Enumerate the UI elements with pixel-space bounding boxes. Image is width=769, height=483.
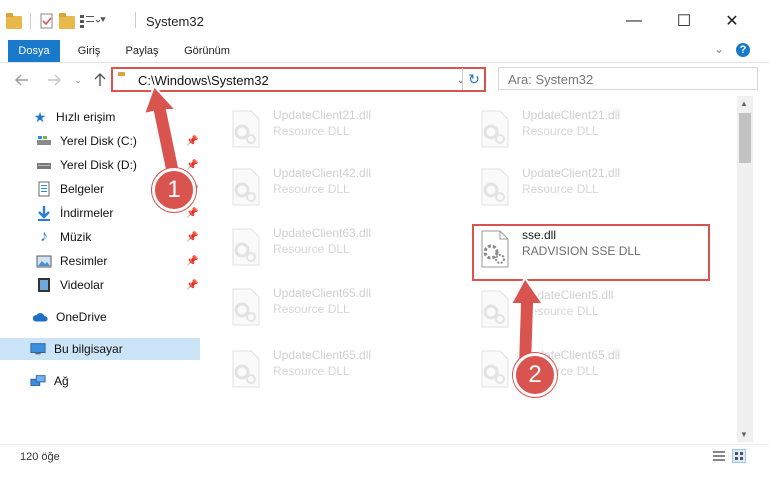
dll-file-icon	[232, 168, 260, 206]
file-description: Resource DLL	[273, 182, 350, 196]
dll-file-icon	[481, 168, 509, 206]
documents-icon	[36, 181, 52, 197]
step-badge-1: 1	[152, 168, 196, 212]
recent-locations-icon[interactable]: ⌄	[68, 70, 88, 90]
view-options-icon[interactable]	[79, 13, 101, 29]
tiles-view-icon[interactable]	[732, 449, 746, 463]
file-name: UpdateClient21.dll	[273, 108, 372, 122]
nav-item-pictures[interactable]: Resimler 📌	[0, 250, 200, 272]
scroll-down-icon[interactable]: ▼	[740, 430, 750, 440]
file-item[interactable]: UpdateClient21.dll Resource DLL	[229, 104, 459, 152]
pictures-icon	[36, 253, 52, 269]
file-name: UpdateClient42.dll	[273, 166, 372, 180]
help-icon[interactable]: ?	[736, 43, 750, 57]
dll-file-icon	[232, 228, 260, 266]
download-icon	[36, 205, 52, 221]
folder-icon	[6, 13, 22, 29]
file-description: Resource DLL	[522, 124, 599, 138]
up-arrow-icon[interactable]	[90, 70, 110, 90]
file-item[interactable]: UpdateClient65.dll Resource DLL	[229, 344, 459, 392]
new-folder-icon[interactable]	[59, 13, 75, 29]
ribbon-expand-icon[interactable]: ⌄	[714, 42, 728, 58]
window-title: System32	[146, 14, 204, 29]
file-name: UpdateClient21.dll	[522, 166, 621, 180]
dll-file-icon	[232, 288, 260, 326]
dll-file-icon	[481, 110, 509, 148]
nav-item-label: Müzik	[60, 230, 92, 244]
tab-share[interactable]: Paylaş	[118, 40, 166, 62]
customize-toolbar-icon[interactable]: ⯆	[99, 13, 115, 29]
file-name: UpdateClient63.dll	[273, 226, 372, 240]
details-view-icon[interactable]	[712, 449, 726, 463]
file-item[interactable]: UpdateClient65.dll Resource DLL	[229, 282, 459, 330]
properties-icon[interactable]	[39, 13, 55, 29]
nav-item-label: Yerel Disk (D:)	[60, 158, 137, 172]
file-name: UpdateClient21.dll	[522, 108, 621, 122]
scroll-up-icon[interactable]: ▲	[740, 99, 750, 109]
file-description: Resource DLL	[273, 364, 350, 378]
nav-item-label: OneDrive	[56, 310, 107, 324]
nav-item-label: Belgeler	[60, 182, 105, 196]
pin-icon[interactable]: 📌	[186, 280, 198, 291]
separator	[30, 13, 31, 29]
file-name: UpdateClient65.dll	[273, 348, 372, 362]
computer-icon	[30, 341, 46, 357]
nav-item-label: Yerel Disk (C:)	[60, 134, 137, 148]
drive-icon	[36, 133, 52, 149]
star-icon: ★	[33, 108, 47, 125]
minimize-button[interactable]: —	[617, 8, 651, 34]
drive-icon	[36, 157, 52, 173]
dll-file-icon	[232, 350, 260, 388]
pin-icon[interactable]: 📌	[186, 208, 198, 219]
nav-item-this-pc[interactable]: Bu bilgisayar	[0, 338, 200, 360]
file-description: Resource DLL	[522, 182, 599, 196]
maximize-button[interactable]: ☐	[667, 8, 701, 34]
file-item[interactable]: UpdateClient42.dll Resource DLL	[229, 162, 459, 210]
pin-icon[interactable]: 📌	[186, 256, 198, 267]
nav-item-music[interactable]: ♪ Müzik 📌	[0, 226, 200, 248]
nav-item-label: İndirmeler	[60, 206, 114, 220]
refresh-icon[interactable]: ↻	[462, 68, 485, 90]
nav-item-onedrive[interactable]: OneDrive	[0, 306, 200, 328]
nav-item-label: Hızlı erişim	[56, 110, 116, 124]
dll-file-icon	[232, 110, 260, 148]
quick-access-toolbar: ⯆	[6, 10, 115, 32]
tab-view[interactable]: Görünüm	[176, 40, 238, 62]
file-description: Resource DLL	[273, 124, 350, 138]
ribbon-tabs: Dosya Giriş Paylaş Görünüm ⌄ ?	[0, 40, 769, 63]
file-description: Resource DLL	[273, 242, 350, 256]
scrollbar-thumb[interactable]	[739, 113, 751, 163]
file-description: Resource DLL	[273, 302, 350, 316]
back-arrow-icon[interactable]	[12, 70, 32, 90]
network-icon	[30, 373, 46, 389]
nav-item-label: Videolar	[60, 278, 104, 292]
step-badge-2: 2	[513, 353, 557, 397]
nav-item-label: Bu bilgisayar	[54, 342, 123, 356]
nav-item-label: Resimler	[60, 254, 108, 268]
highlight-box	[472, 224, 710, 281]
search-placeholder: Ara: System32	[508, 72, 594, 87]
item-count: 120 öğe	[20, 451, 60, 463]
tab-home[interactable]: Giriş	[66, 40, 112, 62]
pin-icon[interactable]: 📌	[186, 232, 198, 243]
nav-item-label: Ağ	[54, 374, 69, 388]
file-item[interactable]: UpdateClient21.dll Resource DLL	[478, 104, 708, 152]
status-bar: 120 öğe	[0, 444, 769, 469]
forward-arrow-icon[interactable]	[44, 70, 64, 90]
title-bar: ⯆ System32 — ☐ ✕	[0, 0, 769, 40]
nav-item-network[interactable]: Ağ	[0, 370, 200, 392]
videos-icon	[36, 277, 52, 293]
tab-file[interactable]: Dosya	[8, 40, 60, 62]
close-button[interactable]: ✕	[715, 8, 749, 34]
cloud-icon	[32, 309, 48, 325]
file-item[interactable]: UpdateClient21.dll Resource DLL	[478, 162, 708, 210]
search-input[interactable]: Ara: System32	[498, 67, 758, 90]
nav-item-videos[interactable]: Videolar 📌	[0, 274, 200, 296]
file-item[interactable]: UpdateClient63.dll Resource DLL	[229, 222, 459, 270]
music-icon: ♪	[40, 228, 48, 245]
file-name: UpdateClient65.dll	[273, 286, 372, 300]
separator	[135, 12, 136, 28]
